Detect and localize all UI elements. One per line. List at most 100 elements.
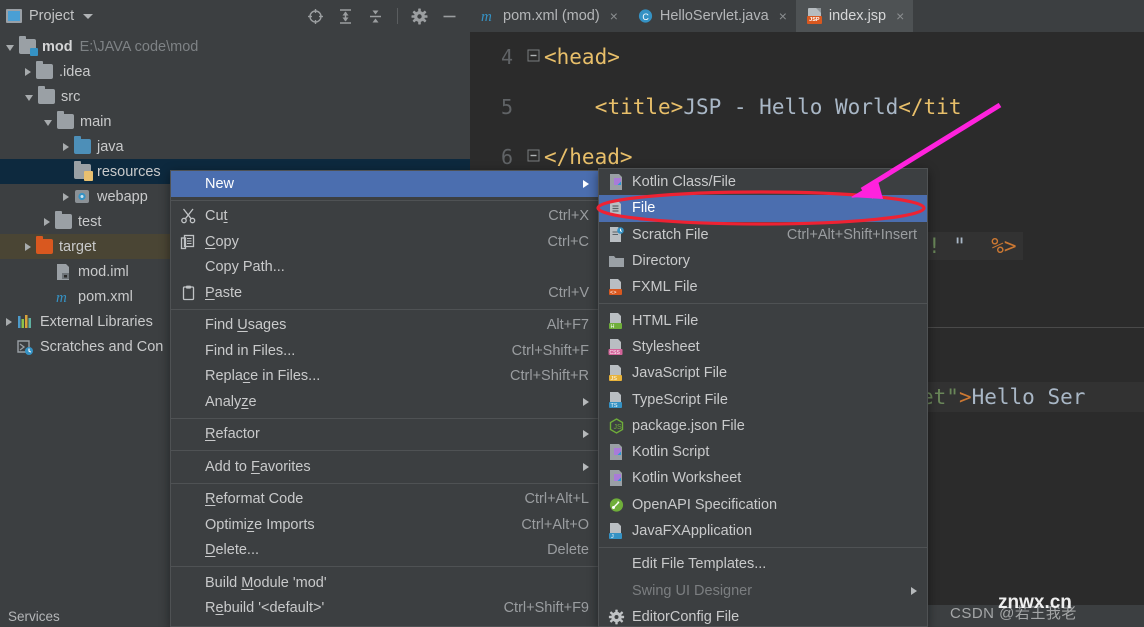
menu-item-refactor[interactable]: Refactor	[171, 422, 599, 448]
menu-item-package-json-file[interactable]: JS package.json File	[599, 413, 927, 439]
menu-item-javascript-file[interactable]: JS JavaScript File	[599, 360, 927, 386]
tree-expand-arrow[interactable]	[6, 44, 14, 51]
project-title-button[interactable]: Project	[6, 8, 94, 24]
menu-item-fxml-file[interactable]: <> FXML File	[599, 274, 927, 300]
tree-expand-arrow[interactable]	[25, 242, 31, 251]
close-icon[interactable]: ×	[610, 8, 618, 24]
tree-item-label: .idea	[59, 63, 91, 80]
tree-expand-arrow[interactable]	[25, 94, 33, 101]
kotlin-worksheet-icon	[608, 470, 625, 487]
tree-expand-arrow[interactable]	[63, 142, 69, 151]
code-token: </tit	[898, 94, 962, 119]
menu-item-label: Analyze	[205, 393, 257, 410]
maven-file-icon: m	[55, 289, 72, 306]
menu-item-copy-path[interactable]: Copy Path...	[171, 255, 599, 281]
expand-all-icon[interactable]	[337, 8, 354, 25]
menu-item-shortcut: Ctrl+C	[547, 233, 590, 250]
menu-item-find-in-files[interactable]: Find in Files... Ctrl+Shift+F	[171, 338, 599, 364]
tree-row-mod[interactable]: mod E:\JAVA code\mod	[0, 34, 470, 59]
ide-window: Project mod E:\JAVA code\mod .idea src m…	[0, 0, 1144, 627]
menu-item-shortcut: Ctrl+Alt+Shift+Insert	[786, 226, 917, 243]
menu-item-copy[interactable]: Copy Ctrl+C	[171, 229, 599, 255]
menu-item-typescript-file[interactable]: TS TypeScript File	[599, 386, 927, 412]
tree-expand-arrow[interactable]	[6, 317, 12, 326]
chevron-down-icon[interactable]	[83, 13, 94, 19]
menu-item-add-to-favorites[interactable]: Add to Favorites	[171, 454, 599, 480]
menu-item-new[interactable]: New	[171, 171, 599, 197]
menu-item-label: package.json File	[632, 417, 745, 434]
close-icon[interactable]: ×	[779, 8, 787, 24]
fold-marker[interactable]	[522, 148, 544, 165]
menu-item-find-usages[interactable]: Find Usages Alt+F7	[171, 313, 599, 339]
menu-item-analyze[interactable]: Analyze	[171, 389, 599, 415]
collapse-all-icon[interactable]	[367, 8, 384, 25]
javafx-icon: J	[608, 523, 625, 540]
code-text: <head>	[544, 45, 620, 69]
tree-row--idea[interactable]: .idea	[0, 59, 470, 84]
menu-item-editorconfig-file[interactable]: EditorConfig File	[599, 604, 927, 626]
scissors-icon	[180, 208, 197, 224]
tree-expand-arrow[interactable]	[25, 67, 31, 76]
menu-item-label: Kotlin Script	[632, 444, 710, 461]
menu-item-stylesheet[interactable]: CSS Stylesheet	[599, 334, 927, 360]
menu-item-label: Add to Favorites	[205, 458, 311, 475]
tree-expand-arrow[interactable]	[44, 119, 52, 126]
editor-tab-pom[interactable]: m pom.xml (mod) ×	[470, 0, 627, 32]
services-button[interactable]: Services	[8, 609, 60, 624]
svg-text:m: m	[56, 290, 67, 305]
menu-item-cut[interactable]: Cut Ctrl+X	[171, 204, 599, 230]
menu-item-label: Rebuild '<default>'	[205, 600, 325, 617]
menu-item-edit-file-templates[interactable]: Edit File Templates...	[599, 551, 927, 577]
tree-row-main[interactable]: main	[0, 109, 470, 134]
menu-separator	[599, 303, 927, 305]
editor-tab-helloservlet[interactable]: C HelloServlet.java ×	[627, 0, 796, 32]
menu-item-label: Cut	[205, 208, 228, 225]
menu-separator	[171, 482, 599, 484]
new-submenu[interactable]: Kotlin Class/File File Scratch File Ctrl+Al…	[598, 168, 928, 627]
menu-item-directory[interactable]: Directory	[599, 248, 927, 274]
locate-icon[interactable]	[307, 8, 324, 25]
menu-item-reformat-code[interactable]: Reformat Code Ctrl+Alt+L	[171, 487, 599, 513]
menu-item-rebuild-default[interactable]: Rebuild '<default>' Ctrl+Shift+F9	[171, 596, 599, 622]
tree-row-java[interactable]: java	[0, 134, 470, 159]
menu-item-optimize-imports[interactable]: Optimize Imports Ctrl+Alt+O	[171, 512, 599, 538]
menu-item-openapi-specification[interactable]: OpenAPI Specification	[599, 492, 927, 518]
java-class-icon: C	[638, 8, 653, 24]
menu-item-label: Copy Path...	[205, 259, 285, 276]
tree-expand-arrow[interactable]	[63, 192, 69, 201]
tree-expand-arrow[interactable]	[44, 217, 50, 226]
menu-item-html-file[interactable]: H HTML File	[599, 307, 927, 333]
openapi-icon	[608, 497, 625, 513]
menu-item-label: New	[205, 175, 235, 192]
menu-item-scratch-file[interactable]: Scratch File Ctrl+Alt+Shift+Insert	[599, 222, 927, 248]
menu-item-kotlin-worksheet[interactable]: Kotlin Worksheet	[599, 465, 927, 491]
settings-gear-icon[interactable]	[411, 8, 428, 25]
menu-item-run-all-tests[interactable]: Run 'All Tests'Ctrl+Shift+F10	[171, 621, 599, 627]
menu-item-label: Swing UI Designer	[632, 582, 753, 599]
close-icon[interactable]: ×	[896, 8, 904, 24]
tree-row-src[interactable]: src	[0, 84, 470, 109]
source-folder-icon	[74, 136, 91, 154]
menu-item-kotlin-script[interactable]: Kotlin Script	[599, 439, 927, 465]
menu-item-replace-in-files[interactable]: Replace in Files... Ctrl+Shift+R	[171, 364, 599, 390]
svg-text:J: J	[611, 534, 614, 539]
menu-item-delete[interactable]: Delete... Delete	[171, 538, 599, 564]
menu-item-swing-ui-designer[interactable]: Swing UI Designer	[599, 577, 927, 603]
menu-item-kotlin-class-file[interactable]: Kotlin Class/File	[599, 169, 927, 195]
menu-item-shortcut: Ctrl+Shift+F9	[503, 600, 589, 617]
menu-item-paste[interactable]: Paste Ctrl+V	[171, 280, 599, 306]
folder-icon	[57, 111, 74, 129]
project-context-menu[interactable]: New Cut Ctrl+X Copy Ctrl+C Copy Path... Paste C…	[170, 170, 600, 627]
menu-item-shortcut: Alt+F7	[546, 317, 589, 334]
menu-item-label: Find Usages	[205, 317, 287, 334]
menu-item-file[interactable]: File	[599, 195, 927, 222]
editor-tab-index[interactable]: JSP index.jsp ×	[795, 0, 914, 32]
menu-item-build-module-mod[interactable]: Build Module 'mod'	[171, 570, 599, 596]
code-line-4: 4 <head>	[470, 32, 1144, 81]
hide-icon[interactable]	[441, 8, 458, 25]
menu-item-javafxapplication[interactable]: J JavaFXApplication	[599, 518, 927, 544]
tree-item-label: resources	[97, 163, 161, 180]
tree-item-label: target	[59, 238, 97, 255]
menu-item-label: Reformat Code	[205, 491, 304, 508]
fold-marker[interactable]	[522, 48, 544, 65]
